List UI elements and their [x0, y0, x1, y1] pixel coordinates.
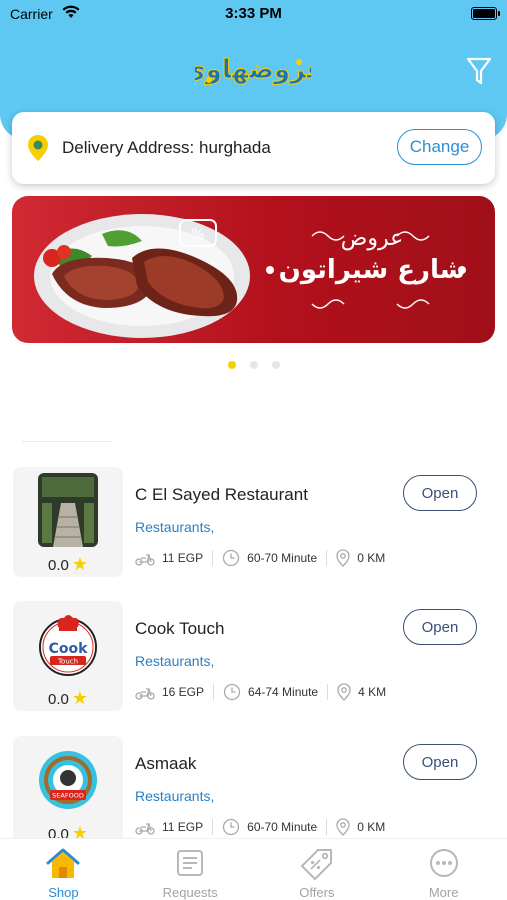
- change-address-button[interactable]: Change: [397, 129, 482, 165]
- svg-text:%: %: [191, 227, 204, 243]
- restaurant-name: Asmaak: [135, 754, 197, 773]
- tab-label: Shop: [48, 885, 79, 900]
- home-icon: [46, 848, 80, 878]
- divider: [22, 441, 112, 442]
- banner-line-1: عروض: [340, 226, 404, 251]
- carousel-dot[interactable]: [227, 361, 236, 369]
- filter-icon[interactable]: [466, 56, 492, 86]
- restaurant-meta: 16 EGP 64-74 Minute 4 KM: [135, 681, 386, 703]
- open-button[interactable]: Open: [403, 744, 477, 780]
- svg-text:Cook: Cook: [49, 641, 89, 657]
- tab-label: Requests: [162, 885, 218, 900]
- app-screen: Carrier 3:33 PM عروضهاوي Delivery Addres…: [0, 0, 507, 900]
- banner-title: عروض شارع شيراتون: [267, 226, 477, 285]
- delivery-time: 60-70 Minute: [247, 820, 318, 834]
- open-button[interactable]: Open: [403, 475, 477, 511]
- tab-label: More: [428, 885, 459, 900]
- restaurant-name: Cook Touch: [135, 619, 225, 638]
- promo-banner[interactable]: % عروض شارع شيراتون: [12, 196, 495, 343]
- delivery-scooter-icon: [135, 688, 155, 700]
- restaurant-card[interactable]: 0.0 ★ C El Sayed Restaurant Restaurants, …: [0, 467, 507, 585]
- tab-offers[interactable]: Offers: [254, 839, 381, 900]
- carousel-dot[interactable]: [249, 361, 258, 369]
- tab-requests[interactable]: Requests: [127, 839, 254, 900]
- receipt-icon: [177, 850, 204, 876]
- restaurant-card[interactable]: Cook Touch 0.0 ★ Cook Touch Restaurants, …: [0, 601, 507, 719]
- restaurant-thumbnail: SEAFOOD 0.0 ★: [13, 736, 123, 846]
- restaurant-logo: SEAFOOD: [39, 751, 97, 809]
- carousel-dot[interactable]: [271, 361, 280, 369]
- battery-icon: [471, 7, 500, 20]
- delivery-fee: 16 EGP: [162, 685, 205, 699]
- delivery-scooter-icon: [135, 823, 155, 835]
- banner-line-2: شارع شيراتون: [278, 255, 466, 285]
- app-logo: عروضهاوي: [181, 52, 324, 88]
- delivery-address-card: Delivery Address: hurghada Change: [12, 112, 495, 184]
- restaurant-thumbnail: 0.0 ★: [13, 467, 123, 577]
- rating: 0.0 ★: [48, 688, 88, 708]
- delivery-time: 60-70 Minute: [247, 551, 318, 565]
- restaurant-name: C El Sayed Restaurant: [135, 485, 308, 504]
- delivery-address-text: Delivery Address: hurghada: [62, 138, 271, 157]
- star-icon: ★: [71, 688, 88, 708]
- delivery-fee: 11 EGP: [162, 820, 204, 834]
- clock: 3:33 PM: [225, 5, 282, 22]
- restaurant-meta: 11 EGP 60-70 Minute 0 KM: [135, 547, 385, 569]
- carousel-indicator[interactable]: [0, 361, 507, 369]
- delivery-fee: 11 EGP: [162, 551, 204, 565]
- restaurant-logo: [38, 473, 98, 547]
- tag-icon: [300, 849, 332, 880]
- svg-text:Touch: Touch: [57, 658, 78, 666]
- svg-text:SEAFOOD: SEAFOOD: [52, 792, 84, 800]
- tab-more[interactable]: More: [380, 839, 507, 900]
- star-icon: ★: [71, 554, 88, 574]
- location-icon: [336, 549, 350, 567]
- more-icon: [429, 849, 458, 877]
- delivery-time: 64-74 Minute: [248, 685, 319, 699]
- restaurant-logo: Cook Touch: [39, 615, 97, 676]
- location-pin-icon: [27, 134, 49, 162]
- distance: 0 KM: [357, 551, 386, 565]
- restaurant-thumbnail: Cook Touch 0.0 ★: [13, 601, 123, 711]
- tab-bar: Shop Requests Offers More: [0, 838, 507, 900]
- rating: 0.0 ★: [48, 554, 88, 574]
- restaurant-category[interactable]: Restaurants,: [135, 519, 214, 535]
- clock-icon: [223, 683, 241, 701]
- status-bar: Carrier 3:33 PM: [0, 0, 507, 30]
- clock-icon: [222, 818, 240, 836]
- location-icon: [337, 683, 351, 701]
- restaurant-category[interactable]: Restaurants,: [135, 653, 214, 669]
- restaurant-meta: 11 EGP 60-70 Minute 0 KM: [135, 816, 385, 838]
- restaurant-card[interactable]: SEAFOOD 0.0 ★ Asmaak Restaurants, 11 EGP …: [0, 736, 507, 854]
- tab-shop[interactable]: Shop: [0, 839, 127, 900]
- tab-label: Offers: [299, 885, 335, 900]
- delivery-scooter-icon: [135, 554, 155, 566]
- distance: 4 KM: [358, 685, 387, 699]
- location-icon: [336, 818, 350, 836]
- open-button[interactable]: Open: [403, 609, 477, 645]
- restaurant-category[interactable]: Restaurants,: [135, 788, 214, 804]
- distance: 0 KM: [357, 820, 386, 834]
- svg-text:عروضهاوي: عروضهاوي: [195, 55, 311, 85]
- clock-icon: [222, 549, 240, 567]
